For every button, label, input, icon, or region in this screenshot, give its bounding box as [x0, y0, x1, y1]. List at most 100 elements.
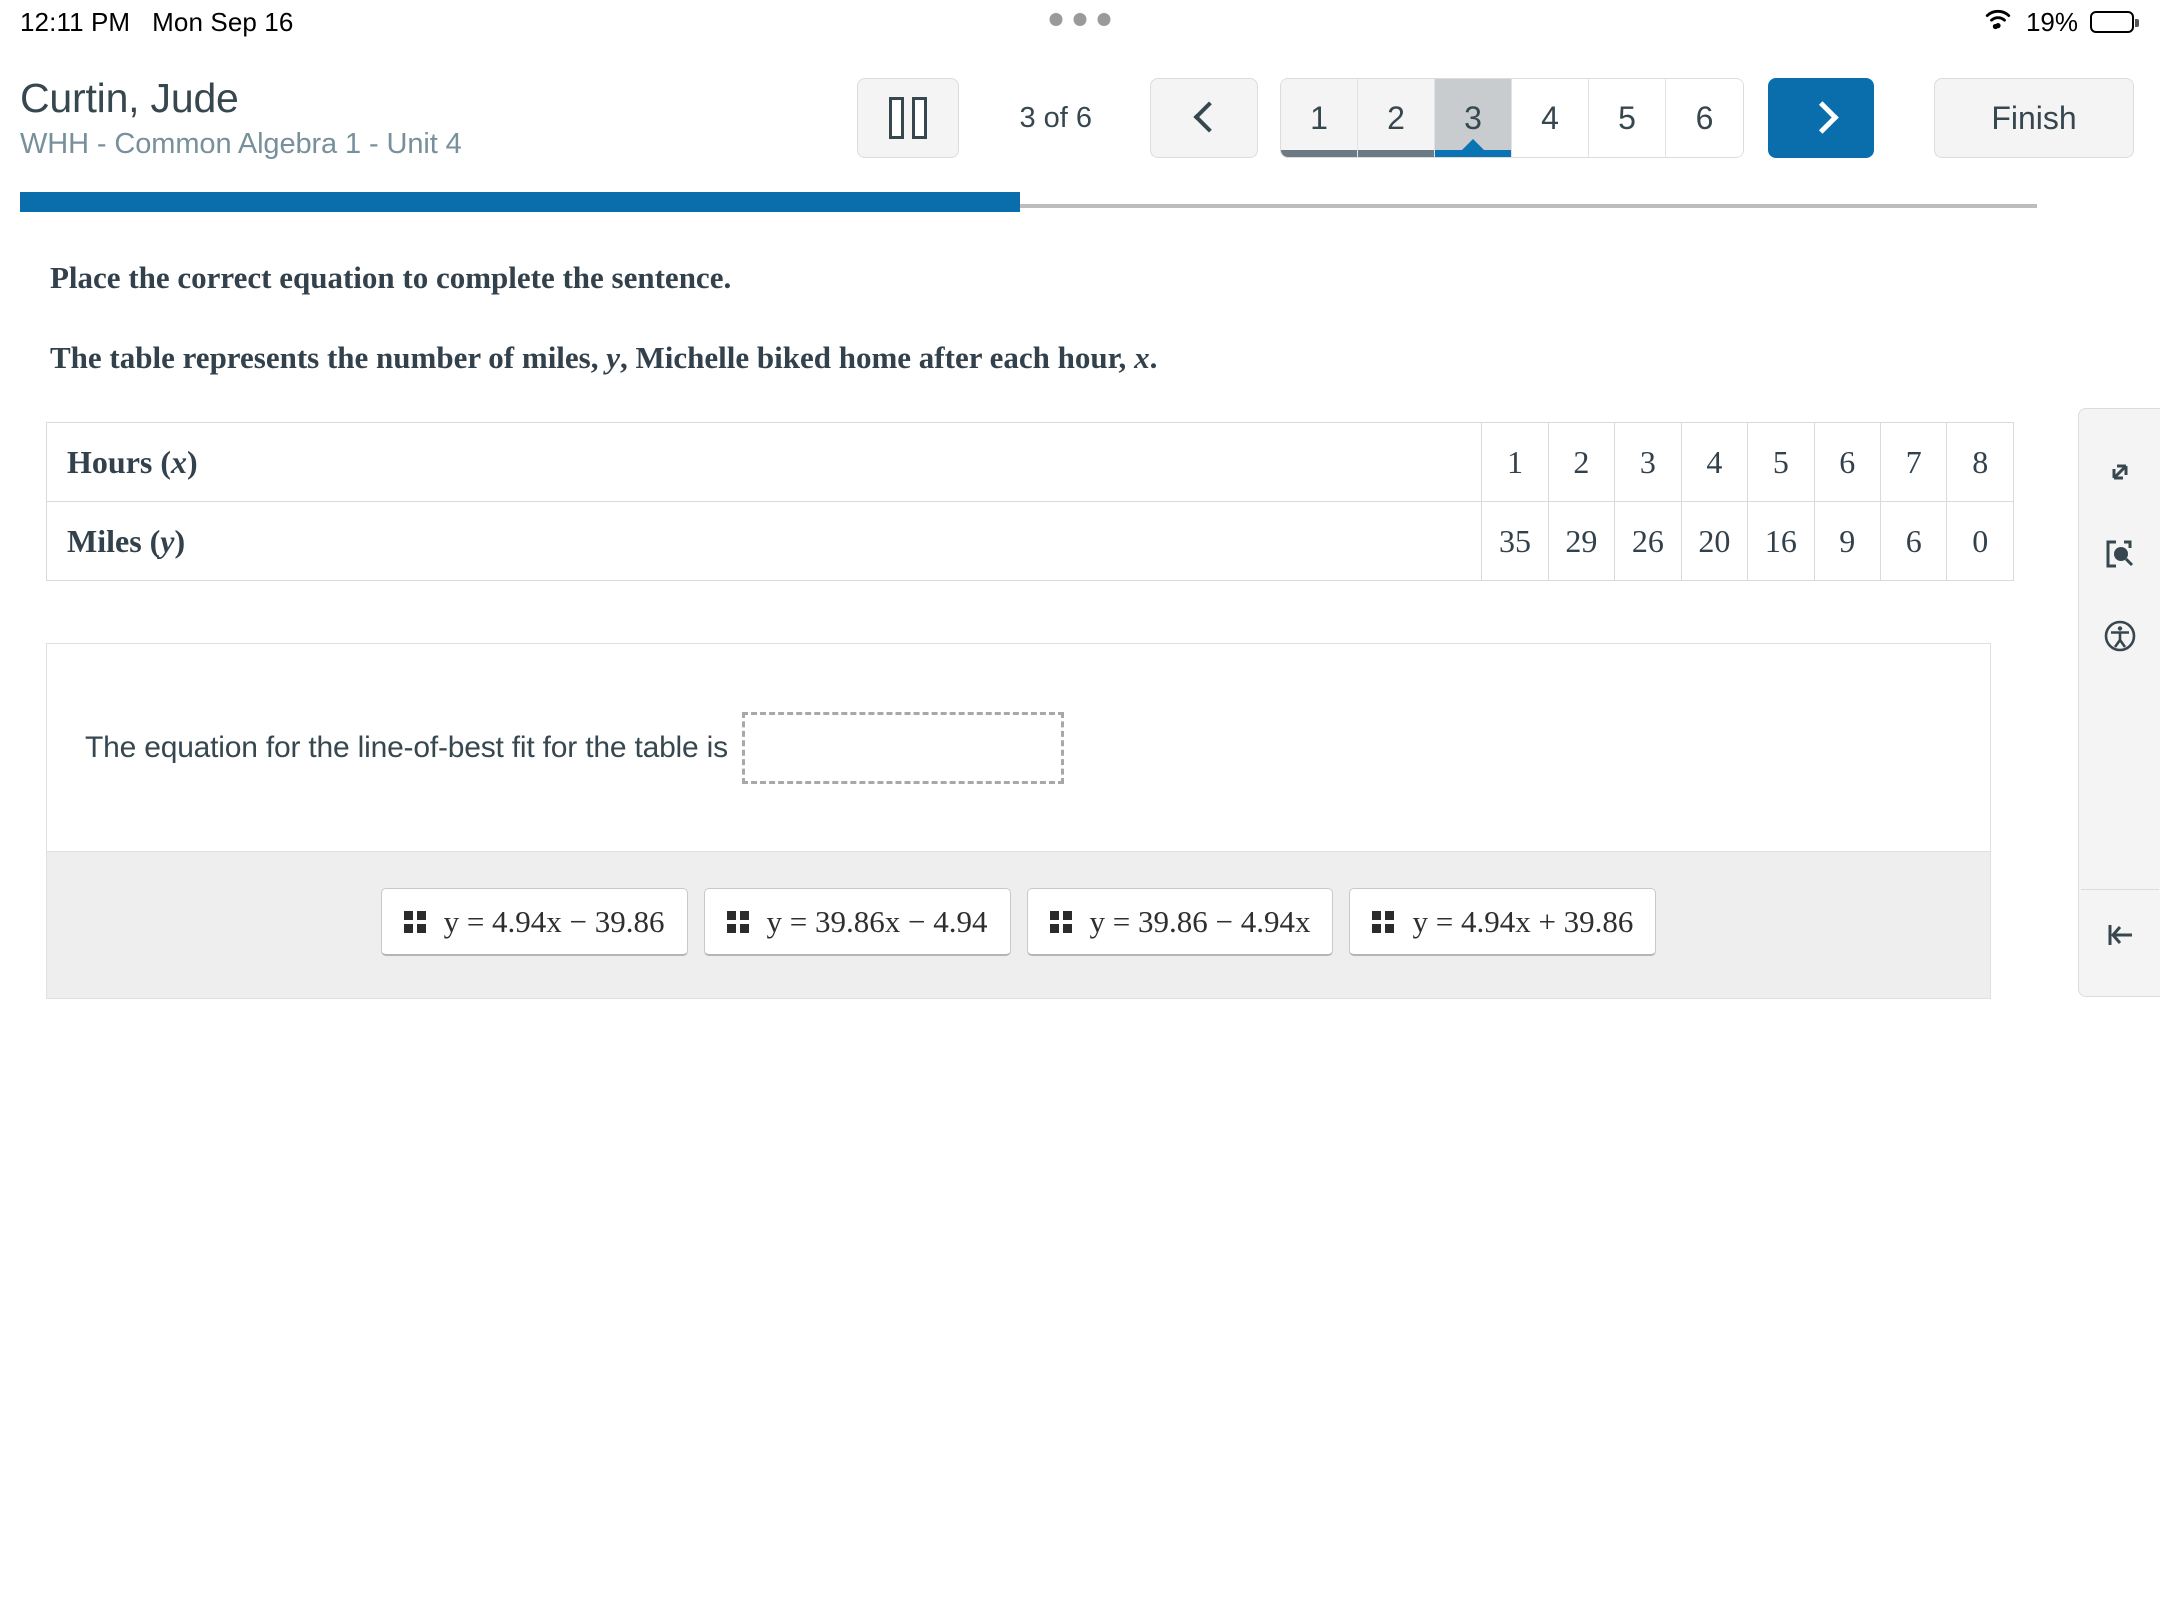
row-label-close: ): [174, 522, 186, 559]
expand-button[interactable]: [2081, 433, 2159, 515]
pager-label: 3: [1464, 99, 1482, 136]
grip-dot: [416, 910, 426, 920]
answer-option-label: y = 39.86x − 4.94: [766, 903, 988, 939]
zoom-region-button[interactable]: [2081, 515, 2159, 597]
status-bar-left: 12:11 PM Mon Sep 16: [20, 7, 293, 38]
table-cell: 6: [1880, 501, 1948, 581]
table-cell: 29: [1547, 501, 1616, 581]
accessibility-button[interactable]: [2081, 597, 2159, 679]
tool-rail-divider: [2080, 889, 2159, 890]
grip-dot: [416, 923, 426, 933]
progress-fill: [20, 192, 1020, 212]
answer-option-label: y = 4.94x + 39.86: [1412, 903, 1634, 939]
collapse-panel-icon: [2098, 913, 2142, 962]
table-cell: 20: [1680, 501, 1749, 581]
answer-option-label: y = 39.86 − 4.94x: [1089, 903, 1311, 939]
wifi-icon: [1982, 7, 2014, 38]
grip-dot: [1062, 910, 1072, 920]
table-cell: 2: [1547, 422, 1616, 502]
accessibility-icon: [2098, 614, 2142, 663]
student-name: Curtin, Jude: [20, 74, 239, 121]
stem-variable-y: y: [606, 340, 621, 375]
answer-drop-zone[interactable]: [741, 711, 1064, 784]
table-row-miles: Miles (y) 35 29 26 20 16 9 6 0: [45, 501, 2014, 581]
drag-handle-icon[interactable]: [1049, 910, 1072, 933]
grip-dot: [1049, 923, 1059, 933]
grip-dot: [1049, 910, 1059, 920]
grip-dot: [739, 923, 749, 933]
row-label-text: Hours (: [67, 443, 171, 480]
pager-label: 6: [1695, 99, 1714, 136]
chevron-left-icon: [1194, 100, 1214, 136]
answer-option-1[interactable]: y = 4.94x − 39.86: [380, 888, 688, 956]
battery-percent-label: 19%: [2025, 6, 2078, 37]
question-content: Place the correct equation to complete t…: [0, 212, 2160, 999]
status-bar-right: 19%: [1982, 6, 2139, 38]
drag-handle-icon[interactable]: [403, 910, 426, 933]
stem-variable-x: x: [1134, 340, 1150, 375]
multitask-dot: [1073, 13, 1087, 26]
table-cell: 35: [1481, 501, 1549, 581]
tool-rail: [2078, 408, 2160, 997]
assessment-controls: 3 of 6 1 2 3 4 5 6 Finish: [857, 78, 2134, 158]
answer-panel: The equation for the line-of-best fit fo…: [46, 643, 1991, 999]
question-pager: 1 2 3 4 5 6: [1280, 78, 1744, 158]
table-cell: 8: [1946, 422, 2014, 502]
pager-label: 1: [1310, 99, 1328, 136]
row-label-miles: Miles (y): [45, 501, 1483, 581]
status-date: Mon Sep 16: [152, 6, 294, 37]
answer-option-3[interactable]: y = 39.86 − 4.94x: [1026, 888, 1334, 956]
pager-item-2[interactable]: 2: [1358, 79, 1435, 157]
pause-bar: [912, 97, 928, 139]
previous-question-button[interactable]: [1150, 78, 1258, 158]
table-cell: 5: [1747, 422, 1815, 502]
finish-button[interactable]: Finish: [1934, 78, 2134, 158]
table-row-hours: Hours (x) 1 2 3 4 5 6 7 8: [45, 422, 2014, 502]
drag-handle-icon[interactable]: [726, 910, 749, 933]
multitask-handle-icon[interactable]: [1049, 13, 1111, 26]
pager-item-1[interactable]: 1: [1281, 79, 1358, 157]
answer-option-label: y = 4.94x − 39.86: [443, 903, 665, 939]
row-label-text: Miles (: [67, 522, 161, 559]
question-instruction: Place the correct equation to complete t…: [50, 260, 732, 295]
grip-dot: [739, 910, 749, 920]
drag-handle-icon[interactable]: [1372, 910, 1395, 933]
multitask-dot: [1049, 13, 1063, 26]
data-table: Hours (x) 1 2 3 4 5 6 7 8 Miles (y) 35 2…: [45, 422, 2014, 581]
grip-dot: [403, 923, 413, 933]
pager-item-4[interactable]: 4: [1512, 79, 1589, 157]
pager-item-6[interactable]: 6: [1666, 79, 1743, 157]
page-counter: 3 of 6: [1019, 101, 1092, 134]
table-cell: 9: [1813, 501, 1882, 581]
stem-text-pre: The table represents the number of miles…: [50, 340, 607, 375]
collapse-panel-button[interactable]: [2081, 896, 2159, 978]
table-cell: 4: [1680, 422, 1749, 502]
question-stem: The table represents the number of miles…: [50, 340, 2160, 376]
current-page-marker-icon: [1461, 139, 1485, 151]
pager-item-3[interactable]: 3: [1435, 79, 1512, 157]
next-question-button[interactable]: [1768, 78, 1874, 158]
progress-bar: [20, 192, 2132, 212]
answer-option-2[interactable]: y = 39.86x − 4.94: [703, 888, 1011, 956]
ipad-status-bar: 12:11 PM Mon Sep 16 19%: [0, 0, 2160, 44]
row-label-close: ): [187, 443, 198, 480]
student-info: Curtin, Jude WHH - Common Algebra 1 - Un…: [20, 75, 580, 161]
grip-dot: [1385, 910, 1395, 920]
grip-dot: [403, 910, 413, 920]
stem-text-mid: , Michelle biked home after each hour,: [620, 340, 1135, 375]
grip-dot: [1372, 910, 1382, 920]
answer-sentence-text: The equation for the line-of-best fit fo…: [85, 730, 728, 764]
table-cell: 7: [1880, 422, 1948, 502]
table-cell: 0: [1946, 501, 2014, 581]
answer-option-4[interactable]: y = 4.94x + 39.86: [1349, 888, 1657, 956]
pager-item-5[interactable]: 5: [1589, 79, 1666, 157]
table-cell: 16: [1747, 501, 1815, 581]
multitask-dot: [1097, 13, 1111, 26]
chevron-right-icon: [1811, 100, 1831, 136]
table-cell: 1: [1481, 422, 1549, 502]
pause-button[interactable]: [857, 78, 960, 158]
row-label-hours: Hours (x): [45, 422, 1483, 502]
expand-icon: [2098, 450, 2142, 499]
pause-icon: [889, 97, 928, 139]
answer-options-tray: y = 4.94x − 39.86 y = 39.86x − 4.94 y = …: [47, 851, 1990, 998]
